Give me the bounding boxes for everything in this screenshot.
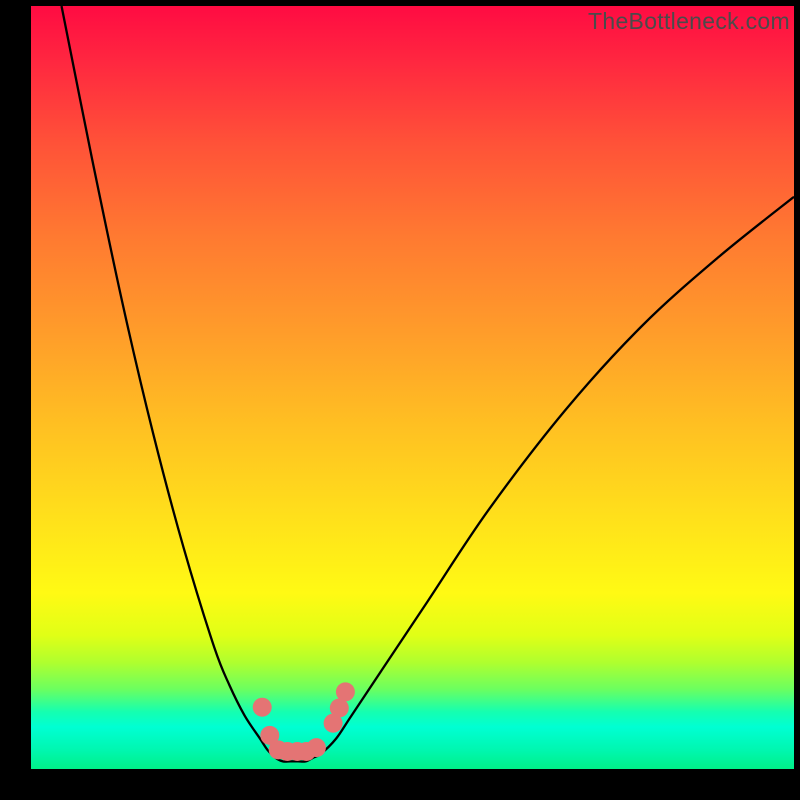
curve-marker [307, 738, 326, 757]
bottleneck-curve-line [62, 6, 794, 762]
curve-marker [253, 698, 272, 717]
curve-marker [336, 682, 355, 701]
bottleneck-chart [31, 6, 794, 769]
